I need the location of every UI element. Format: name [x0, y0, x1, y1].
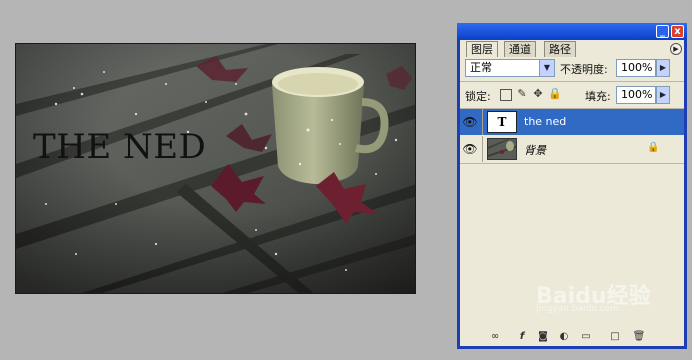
tab-layers[interactable]: 图层	[466, 41, 498, 57]
fill-arrow-icon[interactable]: ▶	[656, 86, 670, 104]
lock-brush-icon[interactable]: ✎	[516, 88, 528, 100]
lock-label: 锁定:	[465, 90, 491, 103]
opacity-label: 不透明度:	[560, 63, 608, 76]
trash-icon[interactable]: 🗑	[632, 330, 646, 344]
chevron-down-icon[interactable]: ▼	[539, 60, 554, 76]
folder-icon[interactable]: ▭	[579, 330, 593, 344]
lock-row: 锁定: ✎ ✥ 🔒 填充: 100% ▶	[463, 84, 681, 106]
divider	[460, 163, 684, 164]
canvas-text-layer[interactable]: THE NED	[33, 130, 206, 164]
fx-icon[interactable]: f	[515, 330, 529, 344]
canvas-photo	[16, 44, 415, 293]
divider	[482, 109, 483, 135]
layer-row-text[interactable]: 👁 T the ned	[460, 109, 684, 135]
opacity-arrow-icon[interactable]: ▶	[656, 59, 670, 77]
text-layer-thumbnail-icon: T	[487, 111, 517, 133]
eye-icon[interactable]: 👁	[462, 114, 478, 130]
eye-icon[interactable]: 👁	[462, 141, 478, 157]
mask-icon[interactable]: ◙	[536, 330, 550, 344]
close-button[interactable]: x	[671, 25, 684, 38]
watermark-sub: jingyan.baidu.com	[536, 304, 620, 314]
watermark: Baidu经验 jingyan.baidu.com	[530, 270, 690, 320]
layers-toolbar: ∞ f ◙ ◐ ▭ □ 🗑	[460, 328, 684, 346]
layer-row-background[interactable]: 👁 背景 🔒	[460, 136, 684, 162]
adjustment-icon[interactable]: ◐	[557, 330, 571, 344]
tab-channels[interactable]: 通道	[504, 41, 536, 57]
lock-icon: 🔒	[647, 142, 660, 153]
divider	[460, 81, 684, 82]
layer-name[interactable]: 背景	[524, 142, 546, 158]
document-canvas[interactable]: THE NED	[15, 43, 416, 294]
layer-name[interactable]: the ned	[524, 115, 566, 128]
panel-tabs: 图层 通道 路径	[464, 41, 684, 57]
blend-mode-select[interactable]: 正常 ▼	[465, 59, 555, 77]
divider	[482, 136, 483, 162]
panel-menu-icon[interactable]: ▶	[670, 43, 682, 55]
lock-all-icon[interactable]: 🔒	[548, 88, 562, 100]
fill-label: 填充:	[585, 90, 611, 103]
lock-move-icon[interactable]: ✥	[532, 88, 544, 100]
blend-row: 正常 ▼ 不透明度: 100% ▶	[463, 57, 681, 79]
tab-paths[interactable]: 路径	[544, 41, 576, 57]
link-icon[interactable]: ∞	[488, 330, 502, 344]
opacity-field[interactable]: 100%	[616, 59, 656, 77]
background-thumbnail	[487, 138, 517, 160]
minimize-button[interactable]: _	[656, 25, 669, 38]
fill-field[interactable]: 100%	[616, 86, 656, 104]
lock-transparency-icon[interactable]	[500, 89, 512, 101]
blend-mode-value: 正常	[470, 61, 492, 74]
new-layer-icon[interactable]: □	[608, 330, 622, 344]
panel-titlebar[interactable]: _ x	[457, 23, 687, 40]
